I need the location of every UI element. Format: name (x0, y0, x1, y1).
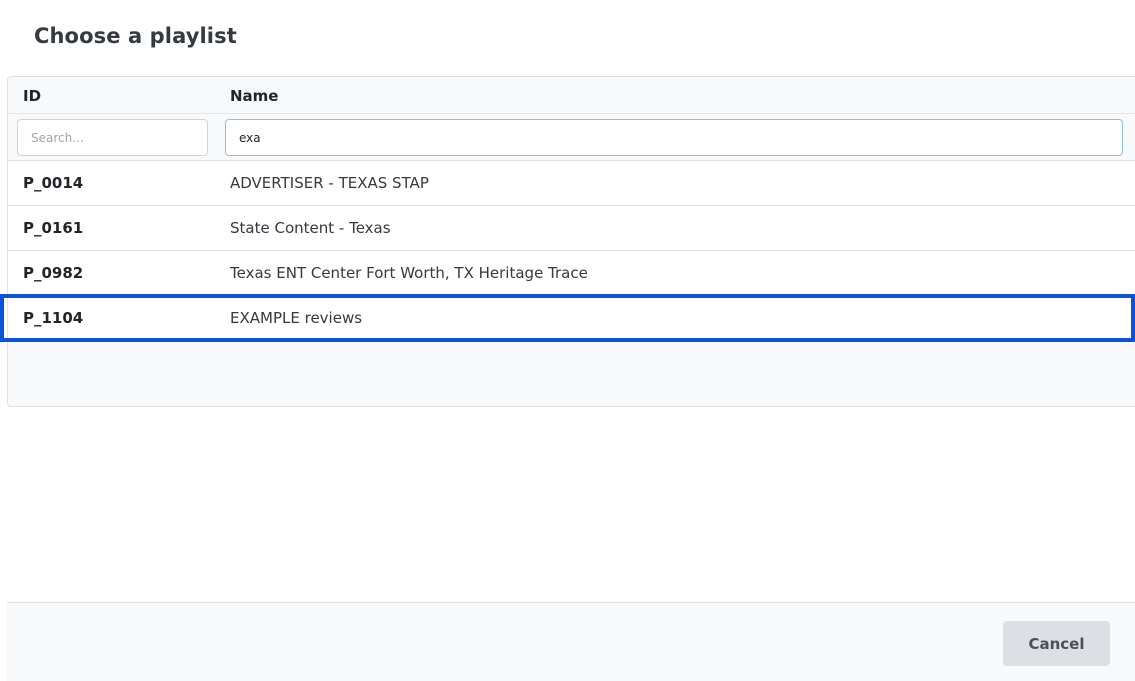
table-body: P_0014 ADVERTISER - TEXAS STAP P_0161 St… (8, 161, 1135, 341)
playlist-table: ID Name P_0014 ADVERTISER - TEXAS STAP P… (7, 76, 1135, 407)
table-row[interactable]: P_0014 ADVERTISER - TEXAS STAP (8, 161, 1135, 206)
row-name: ADVERTISER - TEXAS STAP (230, 174, 429, 192)
name-search-input[interactable] (225, 119, 1123, 156)
row-id: P_0161 (23, 219, 84, 237)
row-id: P_1104 (23, 309, 84, 327)
column-header-name[interactable]: Name (230, 87, 278, 105)
table-row-selected[interactable]: P_1104 EXAMPLE reviews (8, 296, 1135, 341)
cancel-button[interactable]: Cancel (1003, 621, 1110, 666)
header-divider (8, 113, 1135, 114)
row-name: Texas ENT Center Fort Worth, TX Heritage… (230, 264, 588, 282)
row-name: State Content - Texas (230, 219, 391, 237)
choose-playlist-modal: Choose a playlist ID Name P_0014 ADVERTI… (0, 0, 1135, 681)
id-search-input[interactable] (17, 119, 208, 156)
table-row[interactable]: P_0161 State Content - Texas (8, 206, 1135, 251)
modal-footer: Cancel (7, 602, 1135, 681)
table-row[interactable]: P_0982 Texas ENT Center Fort Worth, TX H… (8, 251, 1135, 296)
column-header-id[interactable]: ID (23, 87, 41, 105)
row-id: P_0982 (23, 264, 84, 282)
row-name: EXAMPLE reviews (230, 309, 363, 327)
row-id: P_0014 (23, 174, 84, 192)
modal-title: Choose a playlist (34, 24, 237, 48)
table-header: ID Name (8, 77, 1135, 161)
